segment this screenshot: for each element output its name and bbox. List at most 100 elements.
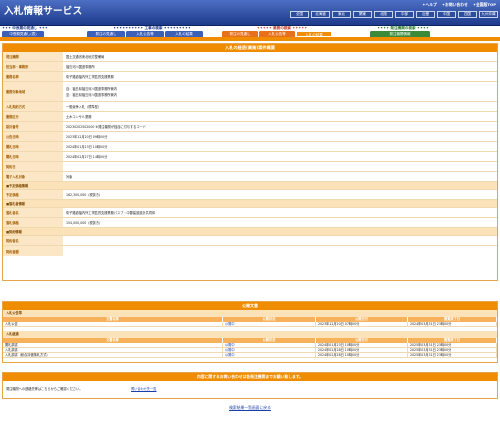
row-value: 福島河川国道事務所 bbox=[66, 65, 95, 69]
row-label: 契約金額 bbox=[3, 246, 63, 256]
table-row: 入札公告 公開中 2023年12月20日 07時00分 2024年03月31日 … bbox=[3, 322, 497, 327]
row-value: 2023年12月20日 09時00分 bbox=[66, 135, 108, 139]
row-label: 開札日時 bbox=[3, 152, 63, 161]
summary-row: 設計番号 20230202502000 ※発注機関が独自に付与するコード bbox=[3, 122, 497, 132]
row-label: 業務対象地域 bbox=[3, 82, 63, 101]
summary-row: 電子入札対象 対象 bbox=[3, 172, 497, 182]
contract-section-heading: ■契約情報 bbox=[3, 228, 497, 236]
doc-name: 入札調書（総合評価落札方式） bbox=[3, 353, 223, 358]
summary-row: 入札契約方式 一般競争入札（標準型） bbox=[3, 102, 497, 112]
page-title: 入札の経過(業務)案件概要 bbox=[3, 44, 497, 52]
documents-title: 公開文書 bbox=[3, 302, 497, 310]
summary-row: 落札者名 衛子路道福内外工事監督支援業務パスプ・中郡建設設計共同体 bbox=[3, 208, 497, 218]
row-label: 発注機関 bbox=[3, 52, 63, 61]
row-label: 業務名称 bbox=[3, 72, 63, 81]
row-value: 衛子路道福内外工事監督支援業務 bbox=[66, 75, 114, 79]
row-label: 設計番号 bbox=[3, 122, 63, 131]
row-label: 予定価格 bbox=[3, 190, 63, 199]
row-value: 20230202502000 ※発注機関が独自に付与するコード bbox=[66, 125, 146, 129]
help-link[interactable]: ✦ヘルプ bbox=[422, 2, 437, 8]
doc-open-link[interactable]: 公開中 bbox=[225, 348, 235, 352]
doc-group-heading: 入札公告等 bbox=[3, 310, 497, 317]
summary-row: 開札日時 2024年01月23日 10時00分 bbox=[3, 142, 497, 152]
summary-row: 契約金額 bbox=[3, 246, 497, 256]
row-label: 業務区分 bbox=[3, 112, 63, 121]
case-summary-panel: 入札の経過(業務)案件概要 発注機関 国土交通省東北地方整備局 担当部・事務所 福島… bbox=[2, 43, 498, 281]
row-value: 土木コンサル業務 bbox=[66, 115, 92, 119]
row-label: 入札契約方式 bbox=[3, 102, 63, 111]
contact-list-link[interactable]: 問い合わせ先一覧 bbox=[131, 386, 157, 391]
tab-service-result[interactable]: 入札の結果 bbox=[296, 30, 332, 37]
summary-row: 公告日時 2023年12月20日 09時00分 bbox=[3, 132, 497, 142]
region-tab-shikoku[interactable]: 四国 bbox=[458, 11, 477, 18]
row-label: 契約者名 bbox=[3, 236, 63, 245]
nav-section-outlook: ✦✦✦ 中長期の見通し ✦✦✦ 中長期見通し(表) bbox=[2, 26, 48, 37]
row-label: 公告日時 bbox=[3, 132, 63, 141]
doc-open-link[interactable]: 公開中 bbox=[225, 353, 235, 357]
price-section-heading: ■予定価格情報 bbox=[3, 182, 497, 190]
row-value: 衛子路道福内外工事監督支援業務パスプ・中郡建設設計共同体 bbox=[66, 211, 156, 215]
region-tab-hokkaido[interactable]: 北海道 bbox=[311, 11, 330, 18]
nav-section-service: ✦✦✦✦✦ 業務の検索 ✦✦✦✦✦ 発注の見通し 入札公告等 入札の結果 bbox=[222, 26, 342, 37]
row-label: 契約日 bbox=[3, 162, 63, 171]
nav-section-construction: ✦✦✦✦✦✦✦✦✦✦ 工事の検索 ✦✦✦✦✦✦✦✦✦ 発注の見通し 入札公告等 … bbox=[87, 26, 217, 37]
nav-section-agency: ✦✦✦✦ 発注機関の検索 ✦✦✦✦ 発注機関情報 bbox=[348, 26, 458, 37]
doc-end: 2024年03月31日 23時00分 bbox=[408, 322, 497, 327]
tab-construction-notice[interactable]: 入札公告等 bbox=[126, 30, 164, 37]
tab-construction-result[interactable]: 入札の結果 bbox=[165, 30, 203, 37]
public-documents-panel: 公開文書 入札公告等 文書名称 公開状況 公開日付 閲覧終了日 入札公告 公開中… bbox=[2, 301, 498, 363]
row-label: 担当部・事務所 bbox=[3, 62, 63, 71]
summary-row: 開札日時 2024年02月27日 14時00分 bbox=[3, 152, 497, 162]
region-tab-kyushu[interactable]: 九州沖縄 bbox=[479, 11, 498, 18]
inquiry-panel: 内容に関するお問い合わせは各発注機関までお願い致します。 発注機関への連絡先等は… bbox=[2, 372, 498, 399]
national-top-link[interactable]: ✦全国版TOP bbox=[473, 2, 496, 8]
search-nav: ✦✦✦ 中長期の見通し ✦✦✦ 中長期見通し(表) ✦✦✦✦✦✦✦✦✦✦ 工事の… bbox=[0, 26, 500, 37]
region-tab-kinki[interactable]: 近畿 bbox=[416, 11, 435, 18]
summary-row: 落札価格 154,000,000（税抜き） bbox=[3, 218, 497, 228]
region-tab-zenkoku[interactable]: 全国 bbox=[290, 11, 309, 18]
doc-status-link: 公開中 bbox=[223, 353, 316, 358]
row-value: 2024年01月23日 10時00分 bbox=[66, 145, 108, 149]
doc-status-link: 公開中 bbox=[223, 322, 316, 327]
table-row: 入札調書（総合評価落札方式） 公開中 2024年02月28日 10時00分 20… bbox=[3, 353, 497, 358]
row-value: 一般競争入札（標準型） bbox=[66, 105, 102, 109]
region-tab-hokuriku[interactable]: 北陸 bbox=[374, 11, 393, 18]
row-value: 対象 bbox=[66, 175, 73, 179]
region-tab-chubu[interactable]: 中部 bbox=[395, 11, 414, 18]
row-value: 2024年02月27日 14時00分 bbox=[66, 155, 108, 159]
region-tab-kanto[interactable]: 関東 bbox=[353, 11, 372, 18]
back-to-results-link[interactable]: 検索結果一覧画面に戻る bbox=[229, 405, 271, 410]
tab-service-notice[interactable]: 入札公告等 bbox=[259, 30, 295, 37]
doc-end: 2025年03月31日 23時00分 bbox=[408, 353, 497, 358]
site-logo[interactable]: 入札情報サービス bbox=[4, 3, 82, 17]
doc-open-link[interactable]: 公開中 bbox=[225, 322, 235, 326]
back-area: 検索結果一覧画面に戻る bbox=[0, 405, 500, 411]
doc-open-link[interactable]: 公開中 bbox=[225, 343, 235, 347]
summary-row: 業務区分 土木コンサル業務 bbox=[3, 112, 497, 122]
summary-row: 業務名称 衛子路道福内外工事監督支援業務 bbox=[3, 72, 497, 82]
tab-construction-outlook[interactable]: 発注の見通し bbox=[87, 30, 125, 37]
row-label: 電子入札対象 bbox=[3, 172, 63, 181]
row-label: 落札価格 bbox=[3, 218, 63, 227]
doc-group-heading: 入札経過 bbox=[3, 331, 497, 338]
region-tab-chugoku[interactable]: 中国 bbox=[437, 11, 456, 18]
summary-row: 予定価格 162,300,000（税抜き） bbox=[3, 190, 497, 200]
tab-midterm-outlook[interactable]: 中長期見通し(表) bbox=[2, 30, 44, 37]
summary-row: 担当部・事務所 福島河川国道事務所 bbox=[3, 62, 497, 72]
inquiry-title: 内容に関するお問い合わせは各発注機関までお願い致します。 bbox=[3, 373, 497, 381]
winner-section-heading: ■落札者情報 bbox=[3, 200, 497, 208]
tab-agency-info[interactable]: 発注機関情報 bbox=[370, 30, 430, 37]
contact-link[interactable]: ✦お問い合わせ bbox=[442, 2, 468, 8]
doc-date: 2024年02月28日 10時00分 bbox=[316, 353, 408, 358]
row-value: 162,300,000（税抜き） bbox=[66, 193, 103, 197]
row-value: 自：福島県福島河川国道事務所管内 至：福島県福島河川国道事務所管内 bbox=[66, 86, 117, 97]
nav-underline bbox=[0, 37, 500, 41]
row-value: 154,000,000（税抜き） bbox=[66, 221, 103, 225]
row-label: 落札者名 bbox=[3, 208, 63, 217]
summary-row: 契約日 bbox=[3, 162, 497, 172]
row-label: 開札日時 bbox=[3, 142, 63, 151]
region-tab-tohoku[interactable]: 東北 bbox=[332, 11, 351, 18]
summary-row: 業務対象地域 自：福島県福島河川国道事務所管内 至：福島県福島河川国道事務所管内 bbox=[3, 82, 497, 102]
summary-row: 契約者名 bbox=[3, 236, 497, 246]
tab-service-outlook[interactable]: 発注の見通し bbox=[222, 30, 258, 37]
